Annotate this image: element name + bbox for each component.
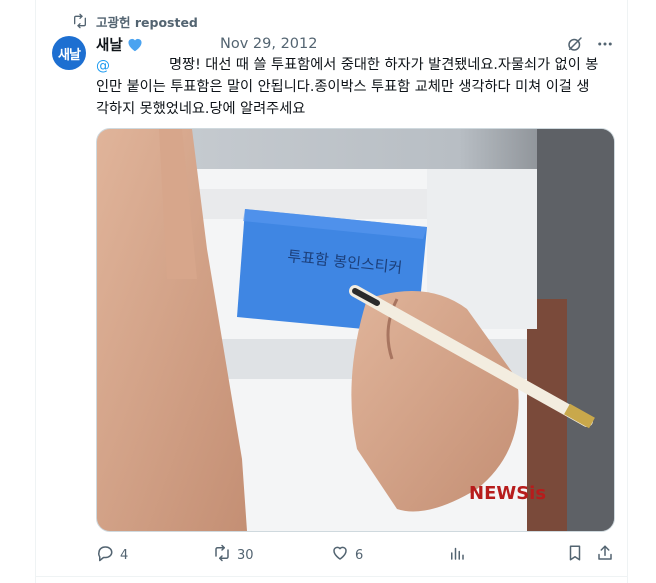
like-button[interactable]: 6 [331, 544, 363, 566]
post-text-line-3: 각하지 못했었네요.당에 알려주세요 [96, 101, 306, 117]
blue-heart-icon [126, 36, 144, 52]
analytics-icon [448, 544, 466, 566]
author-name[interactable]: 새날 [96, 34, 123, 55]
reply-button[interactable]: 4 [96, 544, 128, 566]
repost-count: 30 [237, 547, 254, 563]
post-text-line-2: 인만 붙이는 투표함은 말이 안됩니다.종이박스 투표함 교체만 생각하다 미쳐… [96, 79, 590, 95]
post-actions: 4 30 6 [96, 544, 616, 564]
repost-button[interactable]: 30 [213, 544, 254, 566]
mention-link[interactable]: @ [96, 56, 110, 76]
frame-bottom-border [35, 576, 628, 577]
post-text: 명짱! 대선 때 쓸 투표함에서 중대한 하자가 발견됐네요.자물쇠가 없이 봉… [96, 54, 616, 120]
reply-icon [96, 544, 114, 566]
post-image[interactable]: 투표함 봉인스티커 NEWSis [96, 128, 615, 532]
avatar[interactable]: 새날 [52, 36, 86, 70]
image-watermark: NEWSis [469, 483, 546, 504]
repost-icon [72, 13, 88, 29]
avatar-text: 새날 [58, 47, 81, 63]
heart-icon [331, 544, 349, 566]
frame-left-border [35, 0, 36, 583]
bookmark-icon [566, 544, 584, 566]
like-count: 6 [355, 547, 364, 563]
reply-count: 4 [120, 547, 129, 563]
bookmark-button[interactable] [566, 544, 584, 566]
post-date[interactable]: Nov 29, 2012 [220, 34, 317, 54]
frame-right-border [627, 0, 628, 583]
share-icon [596, 544, 614, 566]
repost-action-icon [213, 544, 231, 566]
views-button[interactable] [448, 544, 466, 566]
post-text-line-1: 명짱! 대선 때 쓸 투표함에서 중대한 하자가 발견됐네요.자물쇠가 없이 봉 [169, 57, 599, 73]
repost-label[interactable]: 고광헌 reposted [96, 12, 198, 31]
repost-indicator: 고광헌 reposted [72, 12, 198, 30]
post-header: 새날 [96, 34, 144, 54]
share-button[interactable] [596, 544, 614, 566]
